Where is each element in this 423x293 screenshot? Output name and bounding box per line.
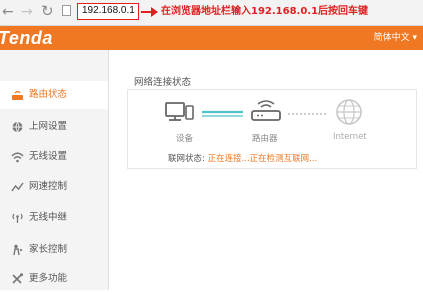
sidebar-item-label: 网速控制 bbox=[29, 181, 68, 192]
section-title: 网络连接状态 bbox=[134, 77, 192, 88]
device-label: 设备 bbox=[176, 134, 194, 144]
connection-status: 联网状态: 正在连接...正在检测互联网... bbox=[168, 152, 317, 164]
sidebar-item-wireless-settings[interactable]: 无线设置 bbox=[0, 143, 108, 171]
sidebar-item-internet-settings[interactable]: 上网设置 bbox=[0, 113, 108, 141]
url-input[interactable]: 192.168.0.1 bbox=[77, 3, 139, 20]
sidebar-item-label: 上网设置 bbox=[29, 121, 68, 132]
sidebar-item-more-features[interactable]: 更多功能 bbox=[0, 265, 108, 293]
sidebar-item-label: 家长控制 bbox=[29, 244, 68, 255]
forward-arrow-icon[interactable]: → bbox=[21, 4, 33, 20]
globe-icon bbox=[12, 121, 23, 133]
sidebar-item-label: 无线中继 bbox=[29, 212, 68, 223]
sidebar-item-wireless-repeater[interactable]: 无线中继 bbox=[0, 204, 108, 232]
reload-icon[interactable]: ↻ bbox=[41, 3, 54, 19]
status-label: 联网状态: bbox=[168, 154, 205, 164]
speed-control-icon bbox=[11, 182, 24, 192]
sidebar-item-router-status[interactable]: 路由状态 bbox=[0, 81, 108, 109]
wifi-icon bbox=[11, 152, 24, 163]
annotation-arrow-head-icon bbox=[151, 7, 158, 17]
sidebar-item-parental-control[interactable]: 家长控制 bbox=[0, 236, 108, 264]
language-label: 简体中文 bbox=[373, 33, 410, 43]
back-arrow-icon[interactable]: ← bbox=[2, 4, 14, 20]
language-selector[interactable]: 简体中文 ▾ bbox=[374, 26, 417, 50]
sidebar-item-speed-control[interactable]: 网速控制 bbox=[0, 173, 108, 201]
sidebar-item-label: 路由状态 bbox=[29, 89, 68, 100]
wireless-repeater-icon bbox=[12, 213, 23, 223]
internet-globe-icon bbox=[336, 99, 362, 125]
router-label: 路由器 bbox=[252, 134, 278, 144]
parental-control-icon bbox=[13, 244, 23, 256]
status-value: 正在连接...正在检测互联网... bbox=[207, 154, 318, 164]
router-icon bbox=[251, 100, 281, 121]
page-icon bbox=[62, 5, 71, 16]
tenda-logo: Tenda bbox=[0, 28, 53, 48]
internet-label: Internet bbox=[333, 132, 367, 142]
sidebar-item-label: 无线设置 bbox=[29, 151, 68, 162]
sidebar-item-label: 更多功能 bbox=[29, 273, 68, 284]
annotation-text: 在浏览器地址栏输入192.168.0.1后按回车键 bbox=[161, 6, 369, 17]
device-icon bbox=[165, 102, 194, 121]
sidebar: 路由状态 上网设置 无线设置 网速控制 无线中继 家长控制 更多功能 bbox=[0, 50, 109, 290]
router-status-icon bbox=[12, 90, 23, 100]
tools-icon bbox=[12, 273, 23, 284]
top-header: Tenda 简体中文 ▾ bbox=[0, 26, 423, 50]
browser-address-bar: ← → ↻ 192.168.0.1 在浏览器地址栏输入192.168.0.1后按… bbox=[0, 0, 423, 26]
